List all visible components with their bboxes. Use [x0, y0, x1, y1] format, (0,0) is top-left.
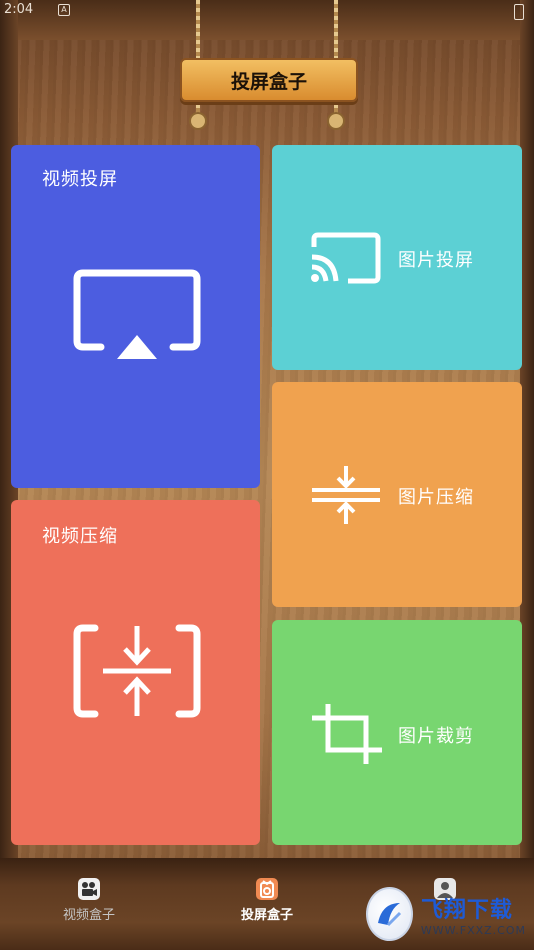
nav-label-cast-box: 投屏盒子 — [240, 908, 293, 923]
rope-left — [196, 0, 200, 62]
image-crop-label: 图片裁剪 — [398, 726, 474, 747]
compress-icon — [312, 466, 380, 524]
watermark-text: 飞翔下载 — [420, 897, 513, 923]
nav-label-video-box: 视频盒子 — [62, 908, 115, 923]
watermark: 飞翔下载 WWW.FXXZ.COM — [366, 886, 526, 942]
video-cast-tile[interactable]: 视频投屏 — [11, 145, 260, 488]
video-cast-label: 视频投屏 — [42, 169, 118, 190]
rope-knot-left — [189, 112, 207, 130]
image-cast-tile[interactable]: 图片投屏 — [272, 145, 522, 370]
image-compress-label: 图片压缩 — [398, 487, 474, 508]
image-cast-label: 图片投屏 — [398, 250, 474, 271]
rope-knot-right — [327, 112, 345, 130]
compress-box-icon — [73, 624, 201, 718]
notification-icon: A — [58, 4, 70, 16]
image-crop-tile[interactable]: 图片裁剪 — [272, 620, 522, 845]
page-title: 投屏盒子 — [180, 58, 358, 102]
video-box-icon — [78, 878, 100, 900]
video-compress-label: 视频压缩 — [42, 526, 118, 547]
battery-icon — [514, 4, 524, 20]
rope-right — [334, 0, 338, 62]
nav-item-video-box[interactable]: 视频盒子 — [34, 878, 144, 923]
video-compress-tile[interactable]: 视频压缩 — [11, 500, 260, 845]
airplay-icon — [73, 269, 201, 359]
wood-top-beam — [0, 0, 534, 40]
cast-icon — [311, 232, 381, 284]
crop-icon — [312, 704, 382, 764]
status-time: 2:04 — [4, 2, 34, 17]
nav-item-cast-box[interactable]: 投屏盒子 — [212, 878, 322, 923]
watermark-url: WWW.FXXZ.COM — [420, 923, 526, 937]
wood-frame-right — [520, 0, 534, 870]
cast-box-icon — [256, 878, 278, 900]
image-compress-tile[interactable]: 图片压缩 — [272, 382, 522, 607]
watermark-logo-icon — [366, 887, 413, 941]
